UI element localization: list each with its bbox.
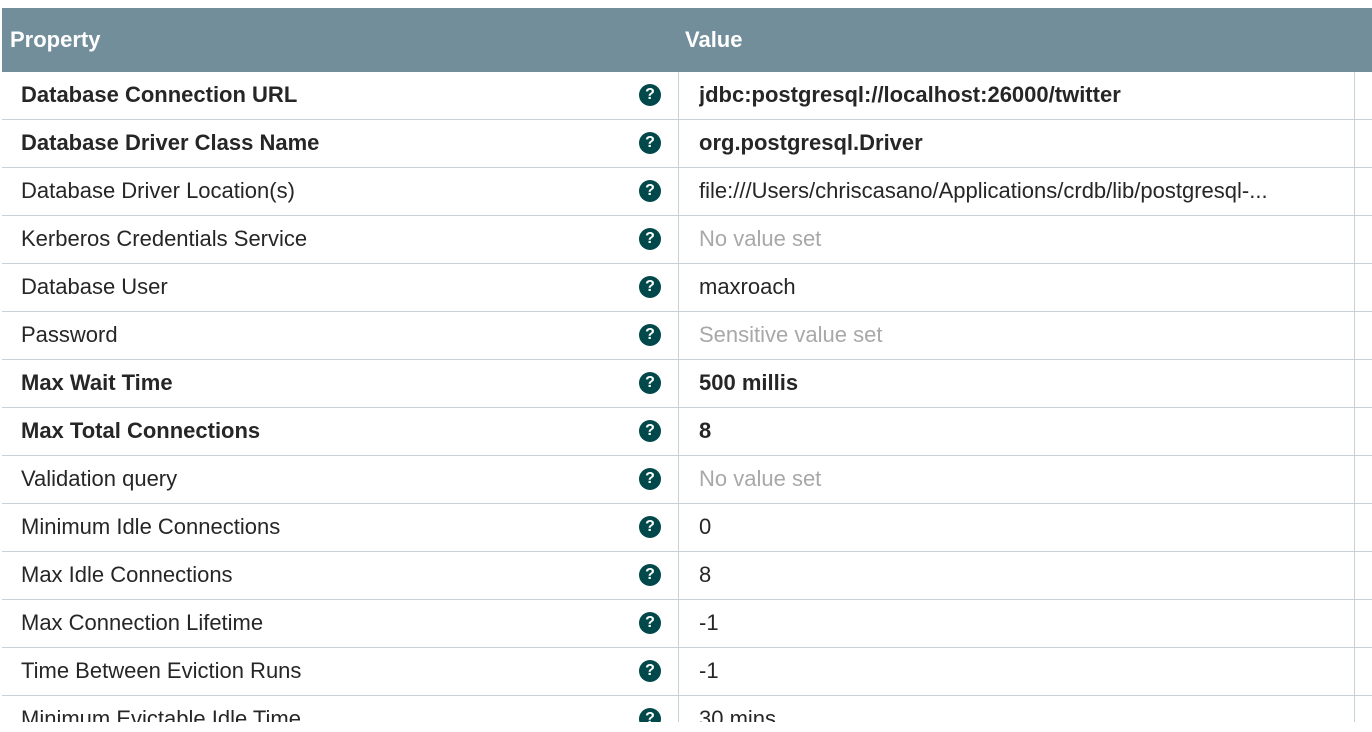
column-divider	[678, 72, 679, 120]
column-divider	[678, 696, 679, 722]
column-divider	[678, 216, 679, 264]
table-row[interactable]: Max Total Connections? 8	[2, 408, 1372, 456]
column-divider	[678, 360, 679, 408]
table-row[interactable]: Database Connection URL? jdbc:postgresql:…	[2, 72, 1372, 120]
column-divider	[1354, 120, 1355, 168]
table-row[interactable]: Max Idle Connections? 8	[2, 552, 1372, 600]
question-circle-icon[interactable]: ?	[639, 660, 661, 682]
column-divider	[678, 168, 679, 216]
column-divider	[1354, 168, 1355, 216]
column-divider	[1354, 600, 1355, 648]
property-name: Max Idle Connections	[21, 562, 233, 587]
column-divider	[678, 264, 679, 312]
property-value[interactable]: No value set	[699, 456, 1345, 502]
question-circle-icon[interactable]: ?	[639, 468, 661, 490]
property-value[interactable]: 0	[699, 504, 1345, 550]
property-value[interactable]: file:///Users/chriscasano/Applications/c…	[699, 168, 1345, 214]
property-value[interactable]: No value set	[699, 216, 1345, 262]
property-name: Minimum Idle Connections	[21, 514, 281, 539]
column-divider	[1354, 360, 1355, 408]
question-circle-icon[interactable]: ?	[639, 324, 661, 346]
property-value[interactable]: 8	[699, 408, 1345, 454]
column-divider	[678, 504, 679, 552]
column-divider	[678, 456, 679, 504]
question-circle-icon[interactable]: ?	[639, 420, 661, 442]
table-row[interactable]: Password? Sensitive value set	[2, 312, 1372, 360]
property-name: Validation query	[21, 466, 178, 491]
column-divider	[678, 120, 679, 168]
property-name: Max Total Connections	[21, 418, 261, 443]
property-name: Max Connection Lifetime	[21, 610, 264, 635]
property-value[interactable]: 500 millis	[699, 360, 1345, 406]
question-circle-icon[interactable]: ?	[639, 516, 661, 538]
property-name: Max Wait Time	[21, 370, 173, 395]
table-header: Property Value	[2, 8, 1372, 72]
column-divider	[678, 600, 679, 648]
question-circle-icon[interactable]: ?	[639, 228, 661, 250]
property-name: Kerberos Credentials Service	[21, 226, 308, 251]
question-circle-icon[interactable]: ?	[639, 708, 661, 722]
property-name: Database Driver Class Name	[21, 130, 320, 155]
property-value[interactable]: 30 mins	[699, 696, 1345, 722]
column-divider	[1354, 312, 1355, 360]
table-row[interactable]: Minimum Evictable Idle Time? 30 mins	[2, 696, 1372, 722]
column-divider	[1354, 216, 1355, 264]
table-row[interactable]: Minimum Idle Connections? 0	[2, 504, 1372, 552]
property-value[interactable]: 8	[699, 552, 1345, 598]
question-circle-icon[interactable]: ?	[639, 612, 661, 634]
property-value[interactable]: -1	[699, 648, 1345, 694]
column-divider	[1354, 72, 1355, 120]
question-circle-icon[interactable]: ?	[639, 276, 661, 298]
table-row[interactable]: Database Driver Location(s)? file:///User…	[2, 168, 1372, 216]
table-row[interactable]: Max Connection Lifetime? -1	[2, 600, 1372, 648]
column-header-property[interactable]: Property	[10, 8, 100, 72]
property-value[interactable]: -1	[699, 600, 1345, 646]
property-value[interactable]: Sensitive value set	[699, 312, 1345, 358]
column-divider	[678, 648, 679, 696]
column-divider	[678, 408, 679, 456]
question-circle-icon[interactable]: ?	[639, 132, 661, 154]
question-circle-icon[interactable]: ?	[639, 564, 661, 586]
table-row[interactable]: Max Wait Time? 500 millis	[2, 360, 1372, 408]
column-divider	[1354, 264, 1355, 312]
question-circle-icon[interactable]: ?	[639, 372, 661, 394]
column-divider	[1354, 408, 1355, 456]
property-name: Password	[21, 322, 118, 347]
column-divider	[1354, 504, 1355, 552]
properties-table: Property Value Database Connection URL? j…	[2, 8, 1372, 722]
property-name: Minimum Evictable Idle Time	[21, 706, 301, 722]
table-row[interactable]: Database Driver Class Name? org.postgresq…	[2, 120, 1372, 168]
table-row[interactable]: Kerberos Credentials Service? No value se…	[2, 216, 1372, 264]
column-divider	[1354, 456, 1355, 504]
property-name: Database Driver Location(s)	[21, 178, 295, 203]
question-circle-icon[interactable]: ?	[639, 84, 661, 106]
property-value[interactable]: org.postgresql.Driver	[699, 120, 1345, 166]
column-divider	[1354, 648, 1355, 696]
property-name: Database User	[21, 274, 168, 299]
table-body: Database Connection URL? jdbc:postgresql:…	[2, 72, 1372, 722]
table-row[interactable]: Validation query? No value set	[2, 456, 1372, 504]
property-value[interactable]: jdbc:postgresql://localhost:26000/twitte…	[699, 72, 1345, 118]
question-circle-icon[interactable]: ?	[639, 180, 661, 202]
property-name: Database Connection URL	[21, 82, 298, 107]
column-divider	[678, 552, 679, 600]
property-value[interactable]: maxroach	[699, 264, 1345, 310]
column-divider	[678, 312, 679, 360]
table-row[interactable]: Database User? maxroach	[2, 264, 1372, 312]
table-row[interactable]: Time Between Eviction Runs? -1	[2, 648, 1372, 696]
column-divider	[1354, 696, 1355, 722]
column-divider	[1354, 552, 1355, 600]
property-name: Time Between Eviction Runs	[21, 658, 302, 683]
column-header-value[interactable]: Value	[685, 8, 742, 72]
